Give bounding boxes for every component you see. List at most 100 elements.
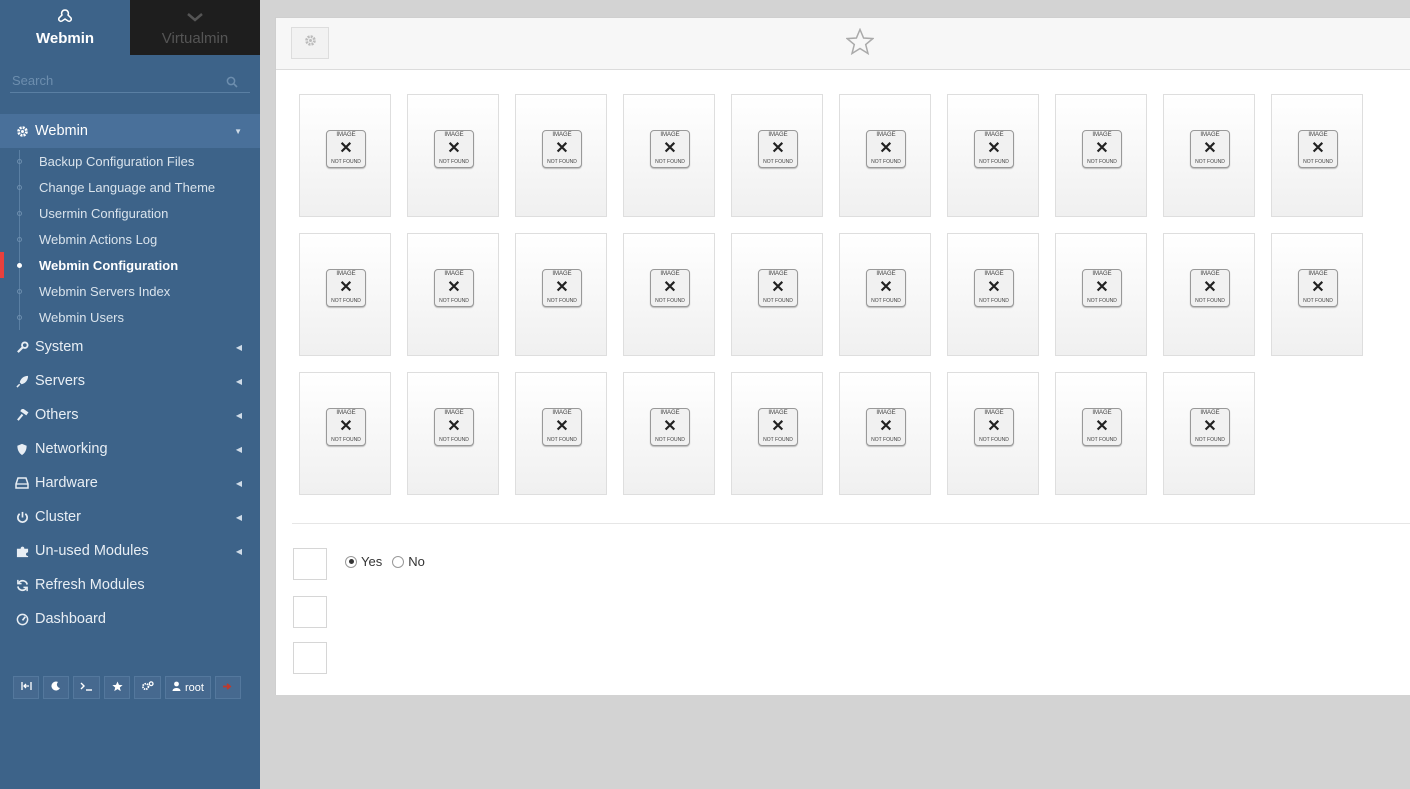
image-not-found-icon: IMAGE ✕ NOT FOUND xyxy=(542,130,582,168)
close-icon: ✕ xyxy=(339,279,353,296)
sidebar-item-backup-configuration-files[interactable]: Backup Configuration Files xyxy=(0,148,260,174)
menu-dashboard[interactable]: Dashboard xyxy=(0,602,260,636)
form-field-box[interactable] xyxy=(293,642,327,674)
menu-category-unused-modules[interactable]: Un-used Modules ◀ xyxy=(0,534,260,568)
sidebar-item-label: Webmin Servers Index xyxy=(39,283,171,299)
bullet-icon xyxy=(17,314,22,320)
search-input[interactable] xyxy=(10,71,250,90)
collapse-icon xyxy=(20,681,32,694)
tab-virtualmin[interactable]: Virtualmin xyxy=(130,0,260,55)
image-not-found-label: NOT FOUND xyxy=(1087,437,1117,443)
image-not-found-label: NOT FOUND xyxy=(1195,159,1225,165)
toggle-sidebar-button[interactable] xyxy=(13,676,39,699)
sidebar-item-webmin-configuration[interactable]: Webmin Configuration xyxy=(0,252,260,278)
image-not-found-label: NOT FOUND xyxy=(1303,159,1333,165)
menu-category-servers[interactable]: Servers ◀ xyxy=(0,364,260,398)
night-mode-button[interactable] xyxy=(43,676,69,699)
sidebar-item-webmin-servers-index[interactable]: Webmin Servers Index xyxy=(0,278,260,304)
star-icon xyxy=(111,680,123,695)
module-tile[interactable]: IMAGE ✕ NOT FOUND xyxy=(731,372,823,495)
module-tile[interactable]: IMAGE ✕ NOT FOUND xyxy=(839,94,931,217)
close-icon: ✕ xyxy=(879,140,893,157)
module-tile[interactable]: IMAGE ✕ NOT FOUND xyxy=(731,233,823,356)
module-tile[interactable]: IMAGE ✕ NOT FOUND xyxy=(947,372,1039,495)
active-indicator xyxy=(0,252,4,278)
module-tile[interactable]: IMAGE ✕ NOT FOUND xyxy=(407,372,499,495)
image-not-found-label: NOT FOUND xyxy=(979,437,1009,443)
webmin-logo-icon xyxy=(56,8,74,26)
user-button[interactable]: root xyxy=(165,676,211,699)
menu-category-others[interactable]: Others ◀ xyxy=(0,398,260,432)
sidebar-item-webmin-actions-log[interactable]: Webmin Actions Log xyxy=(0,226,260,252)
image-not-found-label: NOT FOUND xyxy=(871,437,901,443)
form-field-box[interactable] xyxy=(293,548,327,580)
module-tile[interactable]: IMAGE ✕ NOT FOUND xyxy=(1055,372,1147,495)
image-not-found-label: NOT FOUND xyxy=(1303,298,1333,304)
close-icon: ✕ xyxy=(1203,279,1217,296)
module-tile[interactable]: IMAGE ✕ NOT FOUND xyxy=(1055,233,1147,356)
module-tile[interactable]: IMAGE ✕ NOT FOUND xyxy=(299,233,391,356)
sidebar-item-change-language-and-theme[interactable]: Change Language and Theme xyxy=(0,174,260,200)
radio-yes[interactable] xyxy=(345,555,357,568)
caret-left-icon: ◀ xyxy=(235,342,242,352)
module-tile[interactable]: IMAGE ✕ NOT FOUND xyxy=(1055,94,1147,217)
favorite-star-icon[interactable] xyxy=(845,27,875,60)
close-icon: ✕ xyxy=(879,279,893,296)
module-tile[interactable]: IMAGE ✕ NOT FOUND xyxy=(515,372,607,495)
menu-category-system[interactable]: System ◀ xyxy=(0,330,260,364)
module-tile[interactable]: IMAGE ✕ NOT FOUND xyxy=(839,372,931,495)
image-not-found-icon: IMAGE ✕ NOT FOUND xyxy=(974,408,1014,446)
module-tile[interactable]: IMAGE ✕ NOT FOUND xyxy=(1271,94,1363,217)
panel-header xyxy=(276,18,1410,70)
logout-button[interactable] xyxy=(214,676,241,699)
image-not-found-icon: IMAGE ✕ NOT FOUND xyxy=(1082,130,1122,168)
image-not-found-icon: IMAGE ✕ NOT FOUND xyxy=(974,130,1014,168)
module-tile[interactable]: IMAGE ✕ NOT FOUND xyxy=(1163,94,1255,217)
image-not-found-icon: IMAGE ✕ NOT FOUND xyxy=(1190,130,1230,168)
image-not-found-icon: IMAGE ✕ NOT FOUND xyxy=(758,269,798,307)
menu-category-networking[interactable]: Networking ◀ xyxy=(0,432,260,466)
module-tile[interactable]: IMAGE ✕ NOT FOUND xyxy=(623,372,715,495)
module-config-button[interactable] xyxy=(291,27,329,59)
radio-no[interactable] xyxy=(392,555,405,568)
module-tile[interactable]: IMAGE ✕ NOT FOUND xyxy=(299,94,391,217)
gears-icon xyxy=(141,680,154,695)
tab-webmin[interactable]: Webmin xyxy=(0,0,130,55)
terminal-button[interactable] xyxy=(73,676,100,699)
module-tile[interactable]: IMAGE ✕ NOT FOUND xyxy=(407,94,499,217)
form-field-box[interactable] xyxy=(293,596,327,628)
menu-refresh-modules[interactable]: Refresh Modules xyxy=(0,568,260,602)
module-tile[interactable]: IMAGE ✕ NOT FOUND xyxy=(623,233,715,356)
caret-left-icon: ◀ xyxy=(235,376,242,386)
sidebar-item-label: Change Language and Theme xyxy=(39,179,216,195)
module-tile[interactable]: IMAGE ✕ NOT FOUND xyxy=(515,233,607,356)
menu-category-cluster[interactable]: Cluster ◀ xyxy=(0,500,260,534)
module-tile[interactable]: IMAGE ✕ NOT FOUND xyxy=(839,233,931,356)
bullet-icon xyxy=(17,158,22,164)
module-tile[interactable]: IMAGE ✕ NOT FOUND xyxy=(299,372,391,495)
module-tile[interactable]: IMAGE ✕ NOT FOUND xyxy=(623,94,715,217)
sidebar-item-usermin-configuration[interactable]: Usermin Configuration xyxy=(0,200,260,226)
favorites-button[interactable] xyxy=(104,676,130,699)
module-tile[interactable]: IMAGE ✕ NOT FOUND xyxy=(947,94,1039,217)
product-tabs: Webmin Virtualmin xyxy=(0,0,260,55)
close-icon: ✕ xyxy=(555,279,569,296)
module-tile[interactable]: IMAGE ✕ NOT FOUND xyxy=(1163,233,1255,356)
image-not-found-label: NOT FOUND xyxy=(547,298,577,304)
image-not-found-label: NOT FOUND xyxy=(331,159,361,165)
module-tile[interactable]: IMAGE ✕ NOT FOUND xyxy=(947,233,1039,356)
module-tile[interactable]: IMAGE ✕ NOT FOUND xyxy=(1163,372,1255,495)
menu-category-hardware[interactable]: Hardware ◀ xyxy=(0,466,260,500)
search-icon[interactable] xyxy=(226,75,238,93)
bullet-icon xyxy=(17,236,22,242)
terminal-icon xyxy=(80,681,93,694)
menu-category-label: Un-used Modules xyxy=(35,543,149,559)
module-tile[interactable]: IMAGE ✕ NOT FOUND xyxy=(731,94,823,217)
module-tile[interactable]: IMAGE ✕ NOT FOUND xyxy=(1271,233,1363,356)
theme-config-button[interactable] xyxy=(134,676,161,699)
module-tile[interactable]: IMAGE ✕ NOT FOUND xyxy=(407,233,499,356)
menu-category-webmin[interactable]: Webmin ▼ xyxy=(0,114,260,148)
sidebar-item-webmin-users[interactable]: Webmin Users xyxy=(0,304,260,330)
module-tile[interactable]: IMAGE ✕ NOT FOUND xyxy=(515,94,607,217)
image-not-found-icon: IMAGE ✕ NOT FOUND xyxy=(866,269,906,307)
